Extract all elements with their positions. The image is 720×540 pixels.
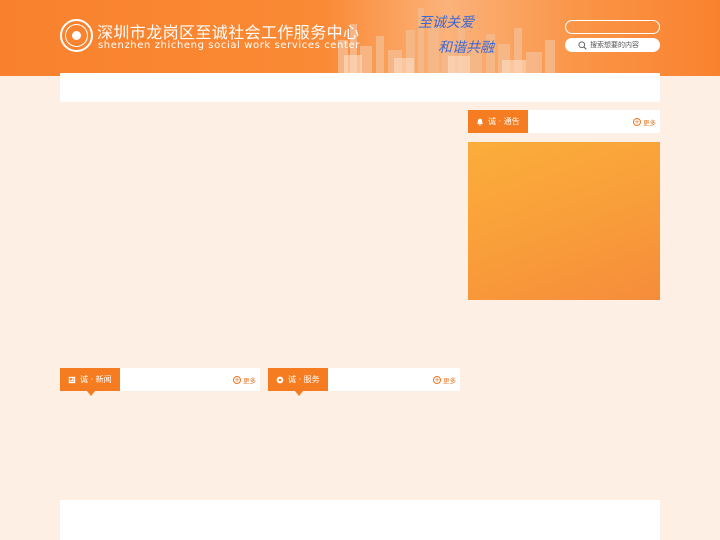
- footer-block: [60, 500, 660, 540]
- site-subtitle: shenzhen zhicheng social work services c…: [98, 40, 360, 51]
- news-more-link[interactable]: + 更多: [233, 375, 256, 385]
- news-more-label: 更多: [243, 377, 256, 385]
- slogan-line-1: 至诚关爱: [418, 15, 474, 31]
- tab-news-label: 诚 · 新闻: [80, 375, 112, 384]
- nav-bar: [60, 73, 660, 102]
- tab-news[interactable]: 诚 · 新闻: [60, 368, 120, 396]
- service-more-label: 更多: [443, 377, 456, 385]
- tab-service-label: 诚 · 服务: [288, 375, 320, 384]
- service-more-link[interactable]: + 更多: [433, 375, 456, 385]
- search-icon[interactable]: [578, 40, 587, 50]
- search-box[interactable]: [565, 38, 660, 52]
- search-input[interactable]: [590, 41, 660, 49]
- news-panel-header: 诚 · 新闻 + 更多: [60, 368, 260, 396]
- plus-circle-icon: +: [433, 375, 441, 384]
- header-input-outline[interactable]: [565, 20, 660, 34]
- gear-icon: [276, 376, 284, 384]
- logo-seal-center: [72, 31, 81, 40]
- tab-notice-label: 诚 · 通告: [488, 117, 520, 126]
- tab-news-pointer: [87, 391, 95, 396]
- plus-circle-icon: +: [233, 375, 241, 384]
- logo-seal-inner-ring: [65, 24, 88, 47]
- newspaper-icon: [68, 376, 76, 384]
- notice-more-label: 更多: [643, 119, 656, 127]
- tab-service[interactable]: 诚 · 服务: [268, 368, 328, 396]
- plus-circle-icon: +: [633, 117, 641, 126]
- tab-service-pointer: [295, 391, 303, 396]
- slogan-line-2: 和谐共融: [438, 40, 494, 56]
- tab-notice[interactable]: 诚 · 通告: [468, 110, 528, 133]
- banner-area: [60, 110, 460, 360]
- logo-seal[interactable]: [60, 19, 93, 52]
- service-panel-header: 诚 · 服务 + 更多: [268, 368, 460, 396]
- notice-panel-header: 诚 · 通告 + 更多: [468, 110, 660, 133]
- notice-image[interactable]: [468, 142, 660, 300]
- notice-more-link[interactable]: + 更多: [633, 117, 656, 127]
- bell-icon: [476, 118, 484, 126]
- site-header: 深圳市龙岗区至诚社会工作服务中心 shenzhen zhicheng socia…: [0, 0, 720, 76]
